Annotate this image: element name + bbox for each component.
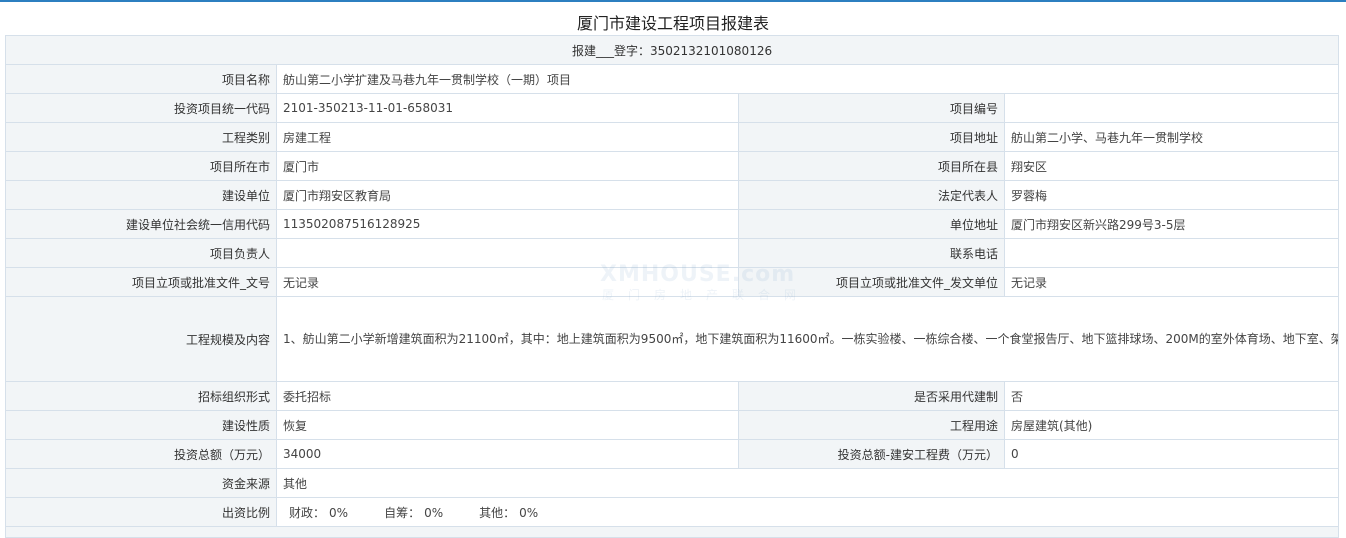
ratio-other-value: 0% — [519, 505, 539, 520]
table-row: 投资项目统一代码 2101-350213-11-01-658031 项目编号 — [5, 93, 1340, 123]
label-legal-rep: 法定代表人 — [738, 180, 1005, 210]
value-agent-build: 否 — [1003, 381, 1340, 411]
value-usage: 房屋建筑(其他) — [1003, 410, 1340, 440]
registration-number: 报建___登字：3502132101080126 — [4, 35, 1340, 65]
label-approval-unit: 项目立项或批准文件_发文单位 — [738, 267, 1005, 297]
label-project-leader: 项目负责人 — [5, 238, 277, 268]
table-row: 项目所在市 厦门市 项目所在县 翔安区 — [5, 151, 1340, 181]
table-row: 建设单位社会统一信用代码 113502087516128925 单位地址 厦门市… — [5, 209, 1340, 239]
label-install-cost: 投资总额-建安工程费（万元） — [738, 439, 1005, 469]
registration-row: 报建___登字：3502132101080126 — [4, 35, 1340, 65]
label-phone: 联系电话 — [738, 238, 1005, 268]
value-builder: 厦门市翔安区教育局 — [276, 180, 739, 210]
table-row: 出资比例 财政： 0% 自筹： 0% 其他： 0% — [5, 497, 1340, 527]
value-project-type: 房建工程 — [276, 122, 739, 152]
value-install-cost: 0 — [1003, 439, 1340, 469]
value-legal-rep: 罗蓉梅 — [1003, 180, 1340, 210]
label-project-type: 工程类别 — [5, 122, 277, 152]
value-investment-code: 2101-350213-11-01-658031 — [276, 93, 739, 123]
value-approval-doc-no: 无记录 — [276, 267, 739, 297]
label-investment-code: 投资项目统一代码 — [5, 93, 277, 123]
value-project-leader — [276, 238, 739, 268]
table-row: 建设性质 恢复 工程用途 房屋建筑(其他) — [5, 410, 1340, 440]
table-row: 项目负责人 联系电话 — [5, 238, 1340, 268]
table-row: 招标组织形式 委托招标 是否采用代建制 否 — [5, 381, 1340, 411]
label-usage: 工程用途 — [738, 410, 1005, 440]
table-row: 资金来源 其他 — [5, 468, 1340, 498]
table-row: 工程规模及内容 1、舫山第二小学新增建筑面积为21100㎡，其中：地上建筑面积为… — [5, 296, 1340, 382]
value-unit-address: 厦门市翔安区新兴路299号3-5层 — [1003, 209, 1340, 239]
top-accent-line — [0, 0, 1346, 2]
label-agent-build: 是否采用代建制 — [738, 381, 1005, 411]
value-phone — [1003, 238, 1340, 268]
label-credit-code: 建设单位社会统一信用代码 — [5, 209, 277, 239]
label-city: 项目所在市 — [5, 151, 277, 181]
label-builder: 建设单位 — [5, 180, 277, 210]
label-scale: 工程规模及内容 — [5, 296, 277, 382]
label-county: 项目所在县 — [738, 151, 1005, 181]
value-ratio: 财政： 0% 自筹： 0% 其他： 0% — [275, 497, 1340, 527]
label-project-no: 项目编号 — [738, 93, 1005, 123]
value-project-name: 舫山第二小学扩建及马巷九年一贯制学校（一期）项目 — [275, 64, 1340, 94]
label-project-address: 项目地址 — [738, 122, 1005, 152]
ratio-self-value: 0% — [424, 505, 444, 520]
ratio-fiscal-value: 0% — [329, 505, 349, 520]
table-row: 项目立项或批准文件_文号 无记录 项目立项或批准文件_发文单位 无记录 — [5, 267, 1340, 297]
label-build-nature: 建设性质 — [5, 410, 277, 440]
value-project-address: 舫山第二小学、马巷九年一贯制学校 — [1003, 122, 1340, 152]
label-approval-doc-no: 项目立项或批准文件_文号 — [5, 267, 277, 297]
table-row: 投资总额（万元） 34000 投资总额-建安工程费（万元） 0 — [5, 439, 1340, 469]
label-unit-address: 单位地址 — [738, 209, 1005, 239]
page-title: 厦门市建设工程项目报建表 — [576, 14, 769, 33]
value-fund-source: 其他 — [275, 468, 1340, 498]
value-credit-code: 113502087516128925 — [276, 209, 739, 239]
table-bottom-strip — [4, 526, 1340, 538]
value-project-no — [1003, 93, 1340, 123]
label-ratio: 出资比例 — [5, 497, 277, 527]
value-build-nature: 恢复 — [276, 410, 739, 440]
label-project-name: 项目名称 — [5, 64, 277, 94]
value-scale: 1、舫山第二小学新增建筑面积为21100㎡，其中：地上建筑面积为9500㎡，地下… — [275, 296, 1340, 382]
ratio-self-label: 自筹： — [384, 505, 421, 520]
table-row: 项目名称 舫山第二小学扩建及马巷九年一贯制学校（一期）项目 — [5, 64, 1340, 94]
value-approval-unit: 无记录 — [1003, 267, 1340, 297]
value-city: 厦门市 — [276, 151, 739, 181]
table-row-empty — [4, 526, 1340, 538]
value-county: 翔安区 — [1003, 151, 1340, 181]
project-registration-table: 报建___登字：3502132101080126 项目名称 舫山第二小学扩建及马… — [4, 35, 1340, 538]
table-row: 建设单位 厦门市翔安区教育局 法定代表人 罗蓉梅 — [5, 180, 1340, 210]
value-total-invest: 34000 — [276, 439, 739, 469]
label-bid-form: 招标组织形式 — [5, 381, 277, 411]
ratio-fiscal-label: 财政： — [289, 505, 326, 520]
label-fund-source: 资金来源 — [5, 468, 277, 498]
value-bid-form: 委托招标 — [276, 381, 739, 411]
ratio-other-label: 其他： — [479, 505, 516, 520]
label-total-invest: 投资总额（万元） — [5, 439, 277, 469]
table-row: 工程类别 房建工程 项目地址 舫山第二小学、马巷九年一贯制学校 — [5, 122, 1340, 152]
